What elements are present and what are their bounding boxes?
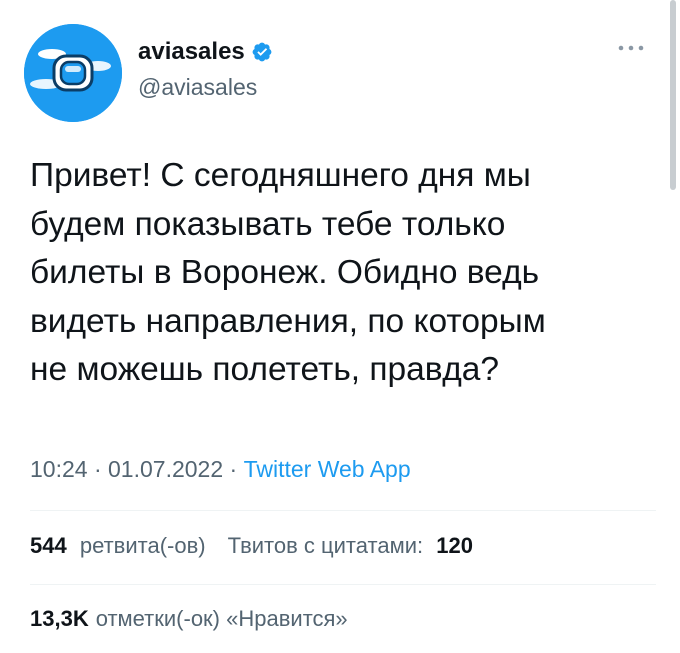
verified-badge-icon [252, 42, 272, 62]
divider [30, 584, 656, 585]
retweets-link[interactable]: 544 ретвита(-ов) [30, 533, 206, 559]
retweet-stats-row: 544 ретвита(-ов) Твитов с цитатами: 120 [30, 533, 473, 559]
tweet-card: aviasales @aviasales Привет! С сегодняшн… [0, 0, 680, 653]
aviasales-logo-icon [24, 24, 122, 122]
divider [30, 510, 656, 511]
scrollbar-thumb[interactable] [670, 0, 676, 190]
tweet-source-link[interactable]: Twitter Web App [244, 456, 411, 483]
avatar[interactable] [24, 24, 122, 122]
author-display-name[interactable]: aviasales [138, 38, 245, 66]
meta-separator: · [223, 456, 244, 482]
author-handle[interactable]: @aviasales [138, 74, 257, 101]
quotes-link[interactable]: Твитов с цитатами: 120 [228, 533, 473, 559]
likes-count: 13,3K [30, 606, 89, 631]
more-dots-icon [618, 45, 644, 51]
author-name-row[interactable]: aviasales [138, 38, 273, 66]
more-options-button[interactable] [614, 36, 648, 60]
tweet-text: Привет! С сегодняшнего дня мы будем пока… [30, 157, 546, 388]
retweets-count: 544 [30, 533, 67, 558]
tweet-meta: 10:24 · 01.07.2022 · Twitter Web App [30, 456, 411, 483]
tweet-date[interactable]: 01.07.2022 [108, 456, 223, 483]
likes-stats-row[interactable]: 13,3K отметки(-ок) «Нравится» [30, 606, 348, 632]
tweet-time[interactable]: 10:24 [30, 456, 88, 483]
meta-separator: · [87, 456, 109, 482]
quotes-label: Твитов с цитатами: [227, 533, 424, 558]
retweets-label: ретвита(-ов) [79, 533, 206, 558]
likes-label: отметки(-ок) «Нравится» [95, 606, 348, 631]
quotes-count: 120 [436, 533, 473, 558]
